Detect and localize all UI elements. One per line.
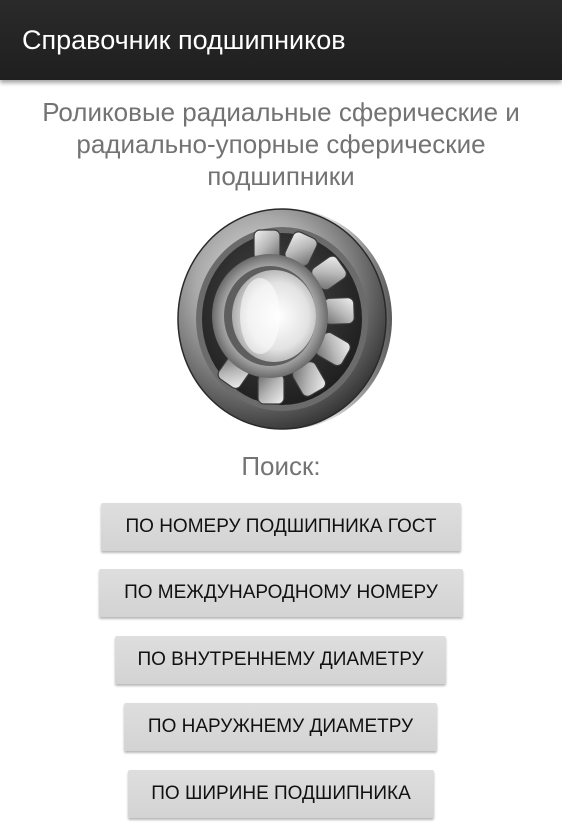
category-title-line-3: подшипники	[207, 161, 355, 191]
search-by-inner-diameter-button[interactable]: ПО ВНУТРЕННЕМУ ДИАМЕТРУ	[115, 636, 446, 684]
category-title-line-1: Роликовые радиальные сферические и	[42, 97, 520, 127]
action-bar: Справочник подшипников	[0, 0, 562, 80]
search-by-width-button[interactable]: ПО ШИРИНЕ ПОДШИПНИКА	[128, 770, 434, 818]
bearing-image	[177, 208, 392, 430]
category-title: Роликовые радиальные сферические и радиа…	[0, 96, 562, 192]
app-title: Справочник подшипников	[22, 25, 346, 55]
search-label: Поиск:	[241, 451, 321, 481]
search-by-gost-number-button[interactable]: ПО НОМЕРУ ПОДШИПНИКА ГОСТ	[101, 503, 461, 551]
category-title-line-2: радиально-упорные сферические	[76, 129, 486, 159]
search-by-outer-diameter-button[interactable]: ПО НАРУЖНЕМУ ДИАМЕТРУ	[124, 703, 437, 751]
search-by-international-number-button[interactable]: ПО МЕЖДУНАРОДНОМУ НОМЕРУ	[99, 569, 463, 617]
